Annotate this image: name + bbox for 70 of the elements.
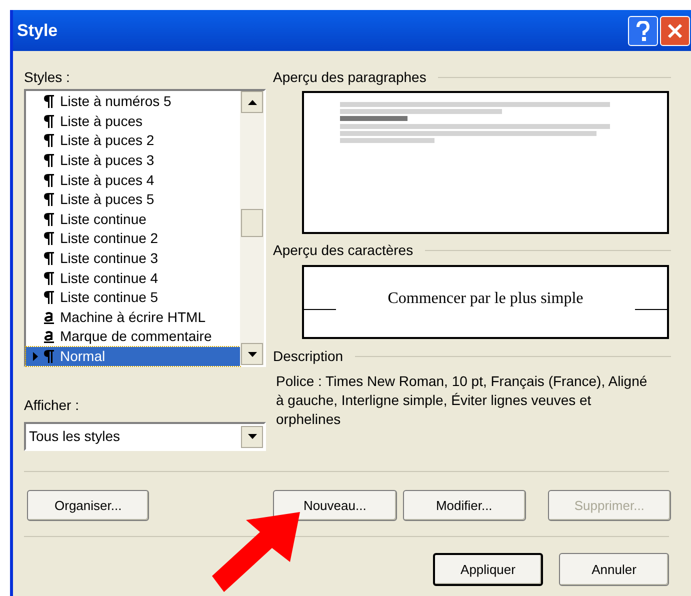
show-label: Afficher : [24, 396, 80, 415]
style-item[interactable]: Liste à puces 5 [26, 190, 240, 210]
pilcrow-icon [44, 272, 54, 285]
scroll-down-button[interactable] [241, 343, 263, 365]
style-item[interactable]: Liste à puces 3 [26, 150, 240, 170]
style-name: Normal [60, 347, 106, 366]
styles-label: Styles : [24, 68, 71, 87]
pilcrow-icon [44, 174, 54, 187]
style-name: Liste à puces 4 [60, 170, 154, 190]
window-title: Style [17, 20, 59, 42]
scrollbar[interactable] [240, 91, 264, 365]
style-name: Marque de commentaire [60, 327, 212, 346]
style-name: Liste à puces 5 [60, 190, 154, 210]
style-name: Liste continue [60, 210, 146, 229]
pilcrow-icon [44, 252, 54, 266]
down-arrow-icon [248, 352, 256, 356]
character-style-icon [44, 310, 54, 324]
dialog-button[interactable]: Modifier... [402, 490, 526, 521]
section-label: Description [273, 347, 344, 366]
style-name: Liste continue 4 [60, 268, 158, 288]
help-button[interactable] [628, 16, 658, 46]
dialog-button[interactable]: Annuler [559, 553, 669, 586]
dropdown-arrow-button[interactable] [241, 426, 263, 448]
style-item[interactable]: Marque de commentaire [26, 327, 240, 347]
style-name: Liste à puces 3 [60, 151, 154, 170]
style-name: Liste continue 3 [60, 249, 158, 268]
style-item[interactable]: Liste continue 2 [26, 229, 240, 249]
section-label: Aperçu des caractères [273, 241, 414, 260]
scroll-up-button[interactable] [241, 91, 263, 113]
scroll-thumb[interactable] [241, 209, 263, 237]
preview-sample-text: Commencer par le plus simple [388, 289, 584, 309]
style-name: Liste à numéros 5 [60, 92, 172, 112]
pilcrow-icon [44, 193, 54, 206]
style-name: Machine à écrire HTML [60, 308, 206, 327]
style-name: Liste à puces [60, 112, 142, 131]
dialog-button[interactable]: Appliquer [433, 553, 543, 586]
style-item[interactable]: Liste continue [26, 210, 240, 230]
style-item[interactable]: Liste continue 3 [26, 248, 240, 268]
style-item[interactable]: Liste à numéros 5 [26, 92, 240, 112]
pilcrow-icon [44, 134, 54, 148]
help-icon [636, 20, 650, 40]
style-item[interactable]: Liste à puces [26, 112, 240, 132]
style-item[interactable]: Liste continue 5 [26, 288, 240, 308]
pilcrow-icon [44, 350, 54, 364]
down-arrow-icon [248, 434, 256, 439]
description-text: Police : Times New Roman, 10 pt, Français (France), Aligné à gauche, Interligne simple, Éviter lignes veuves et orphelines [276, 372, 648, 429]
pilcrow-icon [44, 291, 54, 304]
style-item[interactable]: Machine à écrire HTML [26, 308, 240, 328]
pilcrow-icon [44, 95, 54, 108]
pilcrow-icon [44, 212, 54, 226]
style-name: Liste continue 5 [60, 288, 158, 308]
current-marker-icon [32, 352, 38, 362]
dialog-button[interactable]: Nouveau... [273, 490, 396, 521]
close-icon [667, 22, 683, 38]
up-arrow-icon [248, 100, 256, 104]
character-style-icon [44, 330, 54, 344]
show-dropdown[interactable]: Tous les styles [24, 422, 266, 451]
pilcrow-icon [44, 154, 54, 168]
styles-list[interactable] [24, 89, 266, 367]
style-item[interactable]: Normal [26, 346, 240, 366]
style-item[interactable]: Liste continue 4 [26, 268, 240, 288]
pilcrow-icon [44, 114, 54, 128]
pilcrow-icon [44, 232, 54, 246]
style-item[interactable]: Liste à puces 2 [26, 131, 240, 151]
dialog-button[interactable]: Organiser... [27, 490, 150, 521]
style-name: Liste à puces 2 [60, 131, 154, 150]
style-item[interactable]: Liste à puces 4 [26, 170, 240, 190]
section-label: Aperçu des paragraphes [273, 68, 426, 87]
close-button[interactable] [660, 16, 690, 46]
style-name: Liste continue 2 [60, 229, 158, 248]
